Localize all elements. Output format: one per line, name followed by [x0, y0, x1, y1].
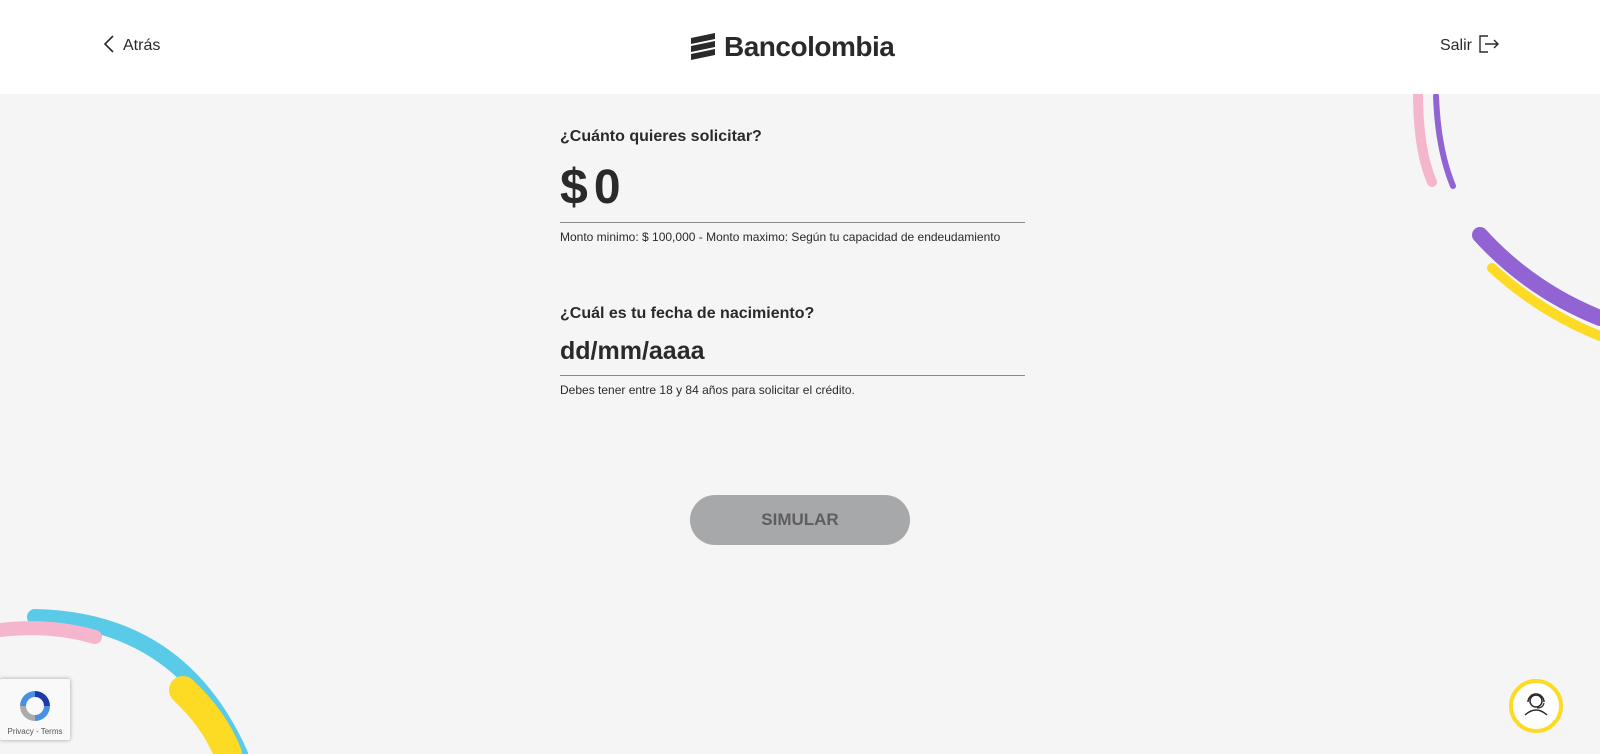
amount-field[interactable]: $ [560, 152, 1025, 223]
birthdate-hint: Debes tener entre 18 y 84 años para soli… [560, 383, 855, 397]
recaptcha-badge[interactable]: Privacy - Terms [0, 679, 70, 740]
bancolombia-logo-icon [688, 30, 718, 65]
simulate-button[interactable]: SIMULAR [690, 495, 910, 545]
birthdate-field[interactable] [560, 327, 1025, 376]
exit-label: Salir [1439, 37, 1472, 54]
support-chat-button[interactable] [1509, 679, 1563, 733]
logout-icon [1478, 34, 1500, 59]
bancolombia-logo: Bancolombia [688, 28, 895, 66]
currency-symbol: $ [560, 159, 588, 215]
amount-question: ¿Cuánto quieres solicitar? [560, 128, 762, 145]
exit-button[interactable]: Salir [1440, 34, 1500, 58]
top-header: Atrás Bancolombia Salir [0, 0, 1600, 94]
recaptcha-icon [16, 687, 54, 730]
birthdate-question: ¿Cuál es tu fecha de nacimiento? [560, 305, 815, 322]
back-button[interactable]: Atrás [103, 34, 160, 58]
recaptcha-terms[interactable]: Privacy - Terms [0, 727, 70, 736]
chevron-left-icon [103, 34, 115, 58]
credit-simulator-form: ¿Cuánto quieres solicitar? $ Monto minim… [560, 128, 1025, 398]
amount-hint: Monto minimo: $ 100,000 - Monto maximo: … [560, 230, 1001, 244]
amount-input[interactable] [593, 159, 974, 215]
birthdate-input[interactable] [560, 336, 1000, 366]
agent-headset-icon [1522, 690, 1550, 723]
brand-name: Bancolombia [724, 31, 895, 62]
back-label: Atrás [123, 37, 161, 54]
